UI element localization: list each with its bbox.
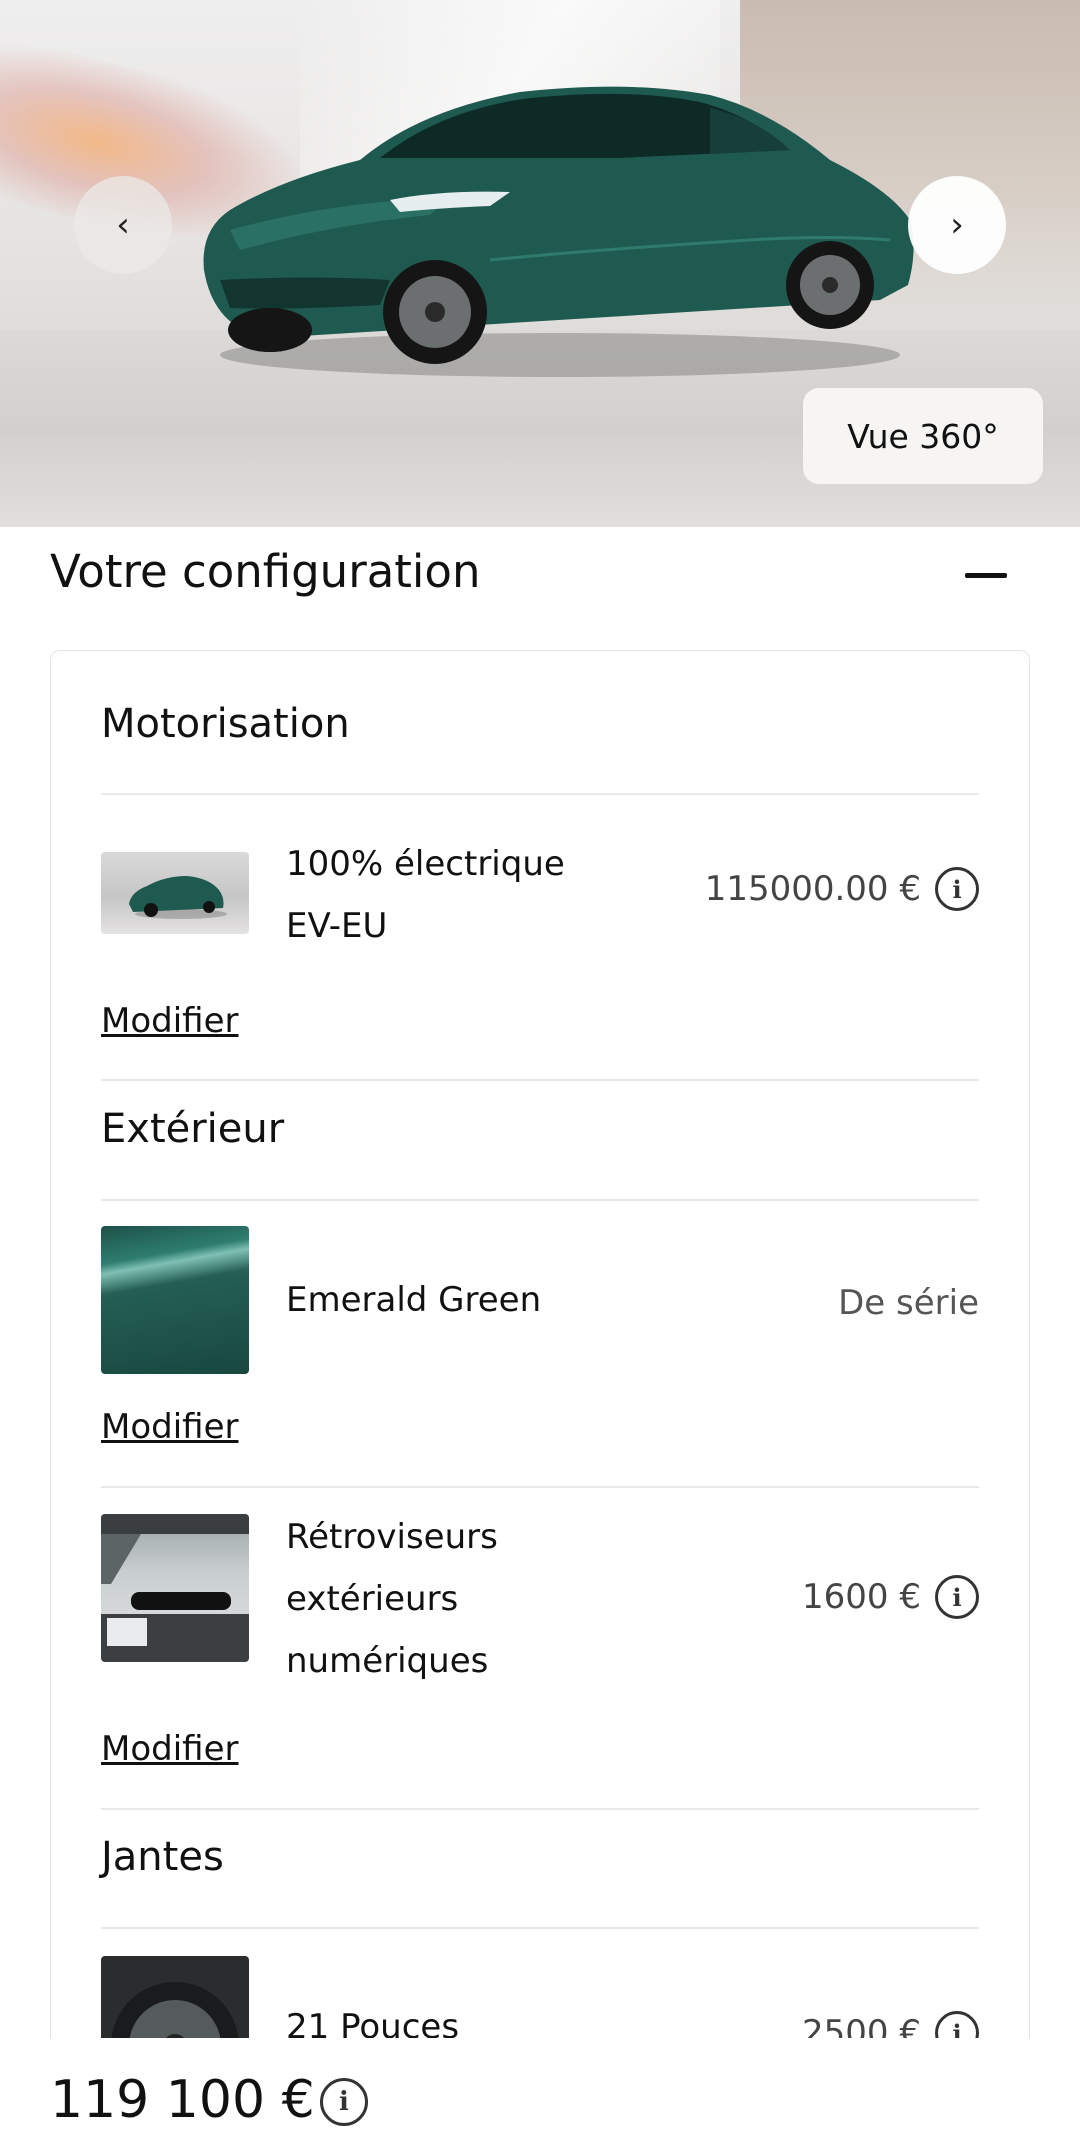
collapse-button[interactable] xyxy=(963,553,1009,599)
motorisation-price-value: 115000.00 € xyxy=(704,869,921,909)
car-hero-image: ‹ › Vue 360° xyxy=(0,0,1080,527)
config-title: Votre configuration xyxy=(50,545,481,598)
divider xyxy=(101,1079,979,1081)
color-price: De série xyxy=(838,1283,979,1323)
motorisation-line2: EV-EU xyxy=(286,906,388,946)
section-title-jantes: Jantes xyxy=(101,1834,224,1880)
info-icon[interactable]: i xyxy=(320,2078,368,2126)
divider xyxy=(101,1486,979,1488)
previous-image-button[interactable]: ‹ xyxy=(74,176,172,274)
motorisation-thumbnail xyxy=(101,852,249,934)
section-title-exterieur: Extérieur xyxy=(101,1106,285,1152)
minus-icon xyxy=(965,573,1007,578)
color-modify-link[interactable]: Modifier xyxy=(101,1407,238,1447)
next-image-button[interactable]: › xyxy=(908,176,1006,274)
motorisation-price: 115000.00 € i xyxy=(705,867,979,911)
configuration-card: Motorisation 100% électrique EV-EU 11500… xyxy=(50,650,1030,2052)
divider xyxy=(101,793,979,795)
chevron-right-icon: › xyxy=(950,205,964,245)
divider xyxy=(101,1927,979,1929)
motorisation-line1: 100% électrique xyxy=(286,844,565,884)
mirror-line2: extérieurs xyxy=(286,1579,459,1619)
total-price: 119 100 € xyxy=(50,2070,315,2130)
info-icon[interactable]: i xyxy=(935,867,979,911)
view-360-button[interactable]: Vue 360° xyxy=(803,388,1043,484)
mirror-price-value: 1600 € xyxy=(802,1577,921,1617)
info-icon[interactable]: i xyxy=(935,1575,979,1619)
motorisation-modify-link[interactable]: Modifier xyxy=(101,1001,238,1041)
emerald-green-swatch xyxy=(101,1226,249,1374)
digital-mirror-thumbnail xyxy=(101,1514,249,1662)
divider xyxy=(101,1808,979,1810)
color-name: Emerald Green xyxy=(286,1280,542,1320)
mirror-price: 1600 € i xyxy=(802,1575,979,1619)
chevron-left-icon: ‹ xyxy=(116,205,130,245)
mirror-modify-link[interactable]: Modifier xyxy=(101,1729,238,1769)
section-title-motorisation: Motorisation xyxy=(101,701,350,747)
car-render xyxy=(203,86,914,377)
motorisation-item-name: 100% électrique EV-EU xyxy=(286,833,565,957)
mirror-item-name: Rétroviseurs extérieurs numériques xyxy=(286,1506,498,1692)
mirror-line1: Rétroviseurs xyxy=(286,1517,498,1557)
divider xyxy=(101,1199,979,1201)
mirror-line3: numériques xyxy=(286,1641,489,1681)
